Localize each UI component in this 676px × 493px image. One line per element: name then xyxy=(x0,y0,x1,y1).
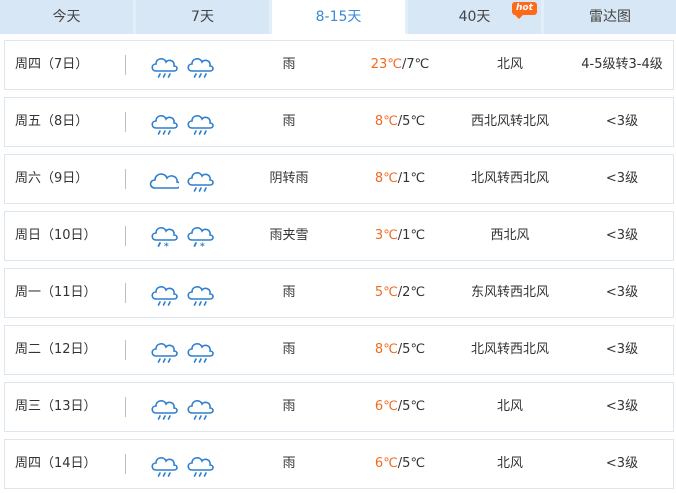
wind-level: <3级 xyxy=(605,285,639,300)
high-temp: 8℃ xyxy=(374,114,398,129)
wind-direction: 北风转西北风 xyxy=(470,171,549,186)
temperature: 8℃/5℃ xyxy=(345,326,455,374)
temperature: 8℃/1℃ xyxy=(345,155,455,203)
rain-cloud-icon xyxy=(149,450,179,478)
temperature: 3℃/1℃ xyxy=(345,212,455,260)
wind-level: <3级 xyxy=(605,114,639,129)
low-temp: /5℃ xyxy=(397,456,426,471)
tab-40day[interactable]: 40天 hot xyxy=(408,0,541,34)
weather-condition: 雨 xyxy=(282,285,296,300)
divider xyxy=(125,169,126,189)
weather-condition: 雨 xyxy=(282,399,296,414)
forecast-date: 周三（13日） xyxy=(15,399,97,414)
low-temp: /5℃ xyxy=(397,342,426,357)
wind-level: <3级 xyxy=(605,456,639,471)
tab-8-15day[interactable]: 8-15天 xyxy=(272,0,405,34)
forecast-row: 周六（9日） 阴转雨 8℃/1℃ 北风转西北风 <3级 xyxy=(4,154,674,204)
tab-radar[interactable]: 雷达图 xyxy=(544,0,676,34)
high-temp: 23℃ xyxy=(370,57,402,72)
divider xyxy=(125,397,126,417)
hot-badge: hot xyxy=(512,2,537,19)
wind-direction: 东风转西北风 xyxy=(470,285,549,300)
forecast-row: 周四（14日） 雨 6℃/5℃ 北风 <3级 xyxy=(4,439,674,489)
forecast-row: 周三（13日） 雨 6℃/5℃ 北风 <3级 xyxy=(4,382,674,432)
divider xyxy=(125,55,126,75)
divider xyxy=(125,340,126,360)
low-temp: /5℃ xyxy=(397,399,426,414)
sleet-cloud-icon xyxy=(151,226,178,250)
low-temp: /7℃ xyxy=(401,57,430,72)
weather-condition: 雨 xyxy=(282,114,296,129)
divider xyxy=(125,112,126,132)
divider xyxy=(125,454,126,474)
wind-direction: 北风 xyxy=(496,57,523,72)
tab-40day-label: 40天 xyxy=(458,9,491,25)
temperature: 23℃/7℃ xyxy=(345,41,455,89)
wind-level: <3级 xyxy=(605,228,639,243)
forecast-row: 周二（12日） 雨 8℃/5℃ 北风转西北风 <3级 xyxy=(4,325,674,375)
forecast-date: 周二（12日） xyxy=(15,342,97,357)
tab-today[interactable]: 今天 xyxy=(0,0,133,34)
forecast-row: 周五（8日） 雨 8℃/5℃ 西北风转北风 <3级 xyxy=(4,97,674,147)
wind-direction: 北风转西北风 xyxy=(470,342,549,357)
wind-direction: 西北风 xyxy=(490,228,530,243)
wind-direction: 北风 xyxy=(496,399,523,414)
rain-cloud-icon xyxy=(149,393,179,421)
forecast-row: 周一（11日） 雨 5℃/2℃ 东风转西北风 <3级 xyxy=(4,268,674,318)
forecast-date: 周一（11日） xyxy=(15,285,97,300)
rain-cloud-icon xyxy=(185,450,215,478)
rain-cloud-icon xyxy=(185,51,215,79)
forecast-date: 周日（10日） xyxy=(15,228,97,243)
tab-7day[interactable]: 7天 xyxy=(136,0,269,34)
low-temp: /5℃ xyxy=(397,114,426,129)
low-temp: /2℃ xyxy=(397,285,426,300)
weather-condition: 雨夹雪 xyxy=(269,228,309,243)
forecast-date: 周六（9日） xyxy=(15,171,89,186)
rain-cloud-icon xyxy=(149,336,179,364)
temperature: 5℃/2℃ xyxy=(345,269,455,317)
high-temp: 6℃ xyxy=(374,456,398,471)
rain-cloud-icon xyxy=(149,108,179,136)
rain-cloud-icon xyxy=(149,51,179,79)
temperature: 8℃/5℃ xyxy=(345,98,455,146)
high-temp: 6℃ xyxy=(374,399,398,414)
forecast-tabs: 今天 7天 8-15天 40天 hot 雷达图 xyxy=(0,0,676,34)
wind-level: <3级 xyxy=(605,171,639,186)
sleet-cloud-icon xyxy=(187,226,214,250)
forecast-row: 周四（7日） 雨 23℃/7℃ 北风 4-5级转3-4级 xyxy=(4,40,674,90)
high-temp: 3℃ xyxy=(374,228,398,243)
wind-direction: 北风 xyxy=(496,456,523,471)
forecast-row: 周日（10日） 雨夹雪 3℃/1℃ 西北风 <3级 xyxy=(4,211,674,261)
overcast-cloud-icon xyxy=(149,173,179,189)
wind-level: <3级 xyxy=(605,342,639,357)
high-temp: 8℃ xyxy=(374,171,398,186)
divider xyxy=(125,283,126,303)
rain-cloud-icon xyxy=(185,165,215,193)
temperature: 6℃/5℃ xyxy=(345,383,455,431)
wind-direction: 西北风转北风 xyxy=(470,114,549,129)
low-temp: /1℃ xyxy=(397,228,426,243)
rain-cloud-icon xyxy=(185,336,215,364)
weather-condition: 雨 xyxy=(282,342,296,357)
rain-cloud-icon xyxy=(185,279,215,307)
weather-condition: 雨 xyxy=(282,456,296,471)
low-temp: /1℃ xyxy=(397,171,426,186)
weather-condition: 阴转雨 xyxy=(269,171,309,186)
rain-cloud-icon xyxy=(149,279,179,307)
divider xyxy=(125,226,126,246)
forecast-date: 周四（7日） xyxy=(15,57,89,72)
rain-cloud-icon xyxy=(185,393,215,421)
forecast-date: 周四（14日） xyxy=(15,456,97,471)
forecast-date: 周五（8日） xyxy=(15,114,89,129)
temperature: 6℃/5℃ xyxy=(345,440,455,488)
high-temp: 8℃ xyxy=(374,342,398,357)
weather-condition: 雨 xyxy=(282,57,296,72)
wind-level: <3级 xyxy=(605,399,639,414)
rain-cloud-icon xyxy=(185,108,215,136)
high-temp: 5℃ xyxy=(374,285,398,300)
wind-level: 4-5级转3-4级 xyxy=(581,57,663,72)
